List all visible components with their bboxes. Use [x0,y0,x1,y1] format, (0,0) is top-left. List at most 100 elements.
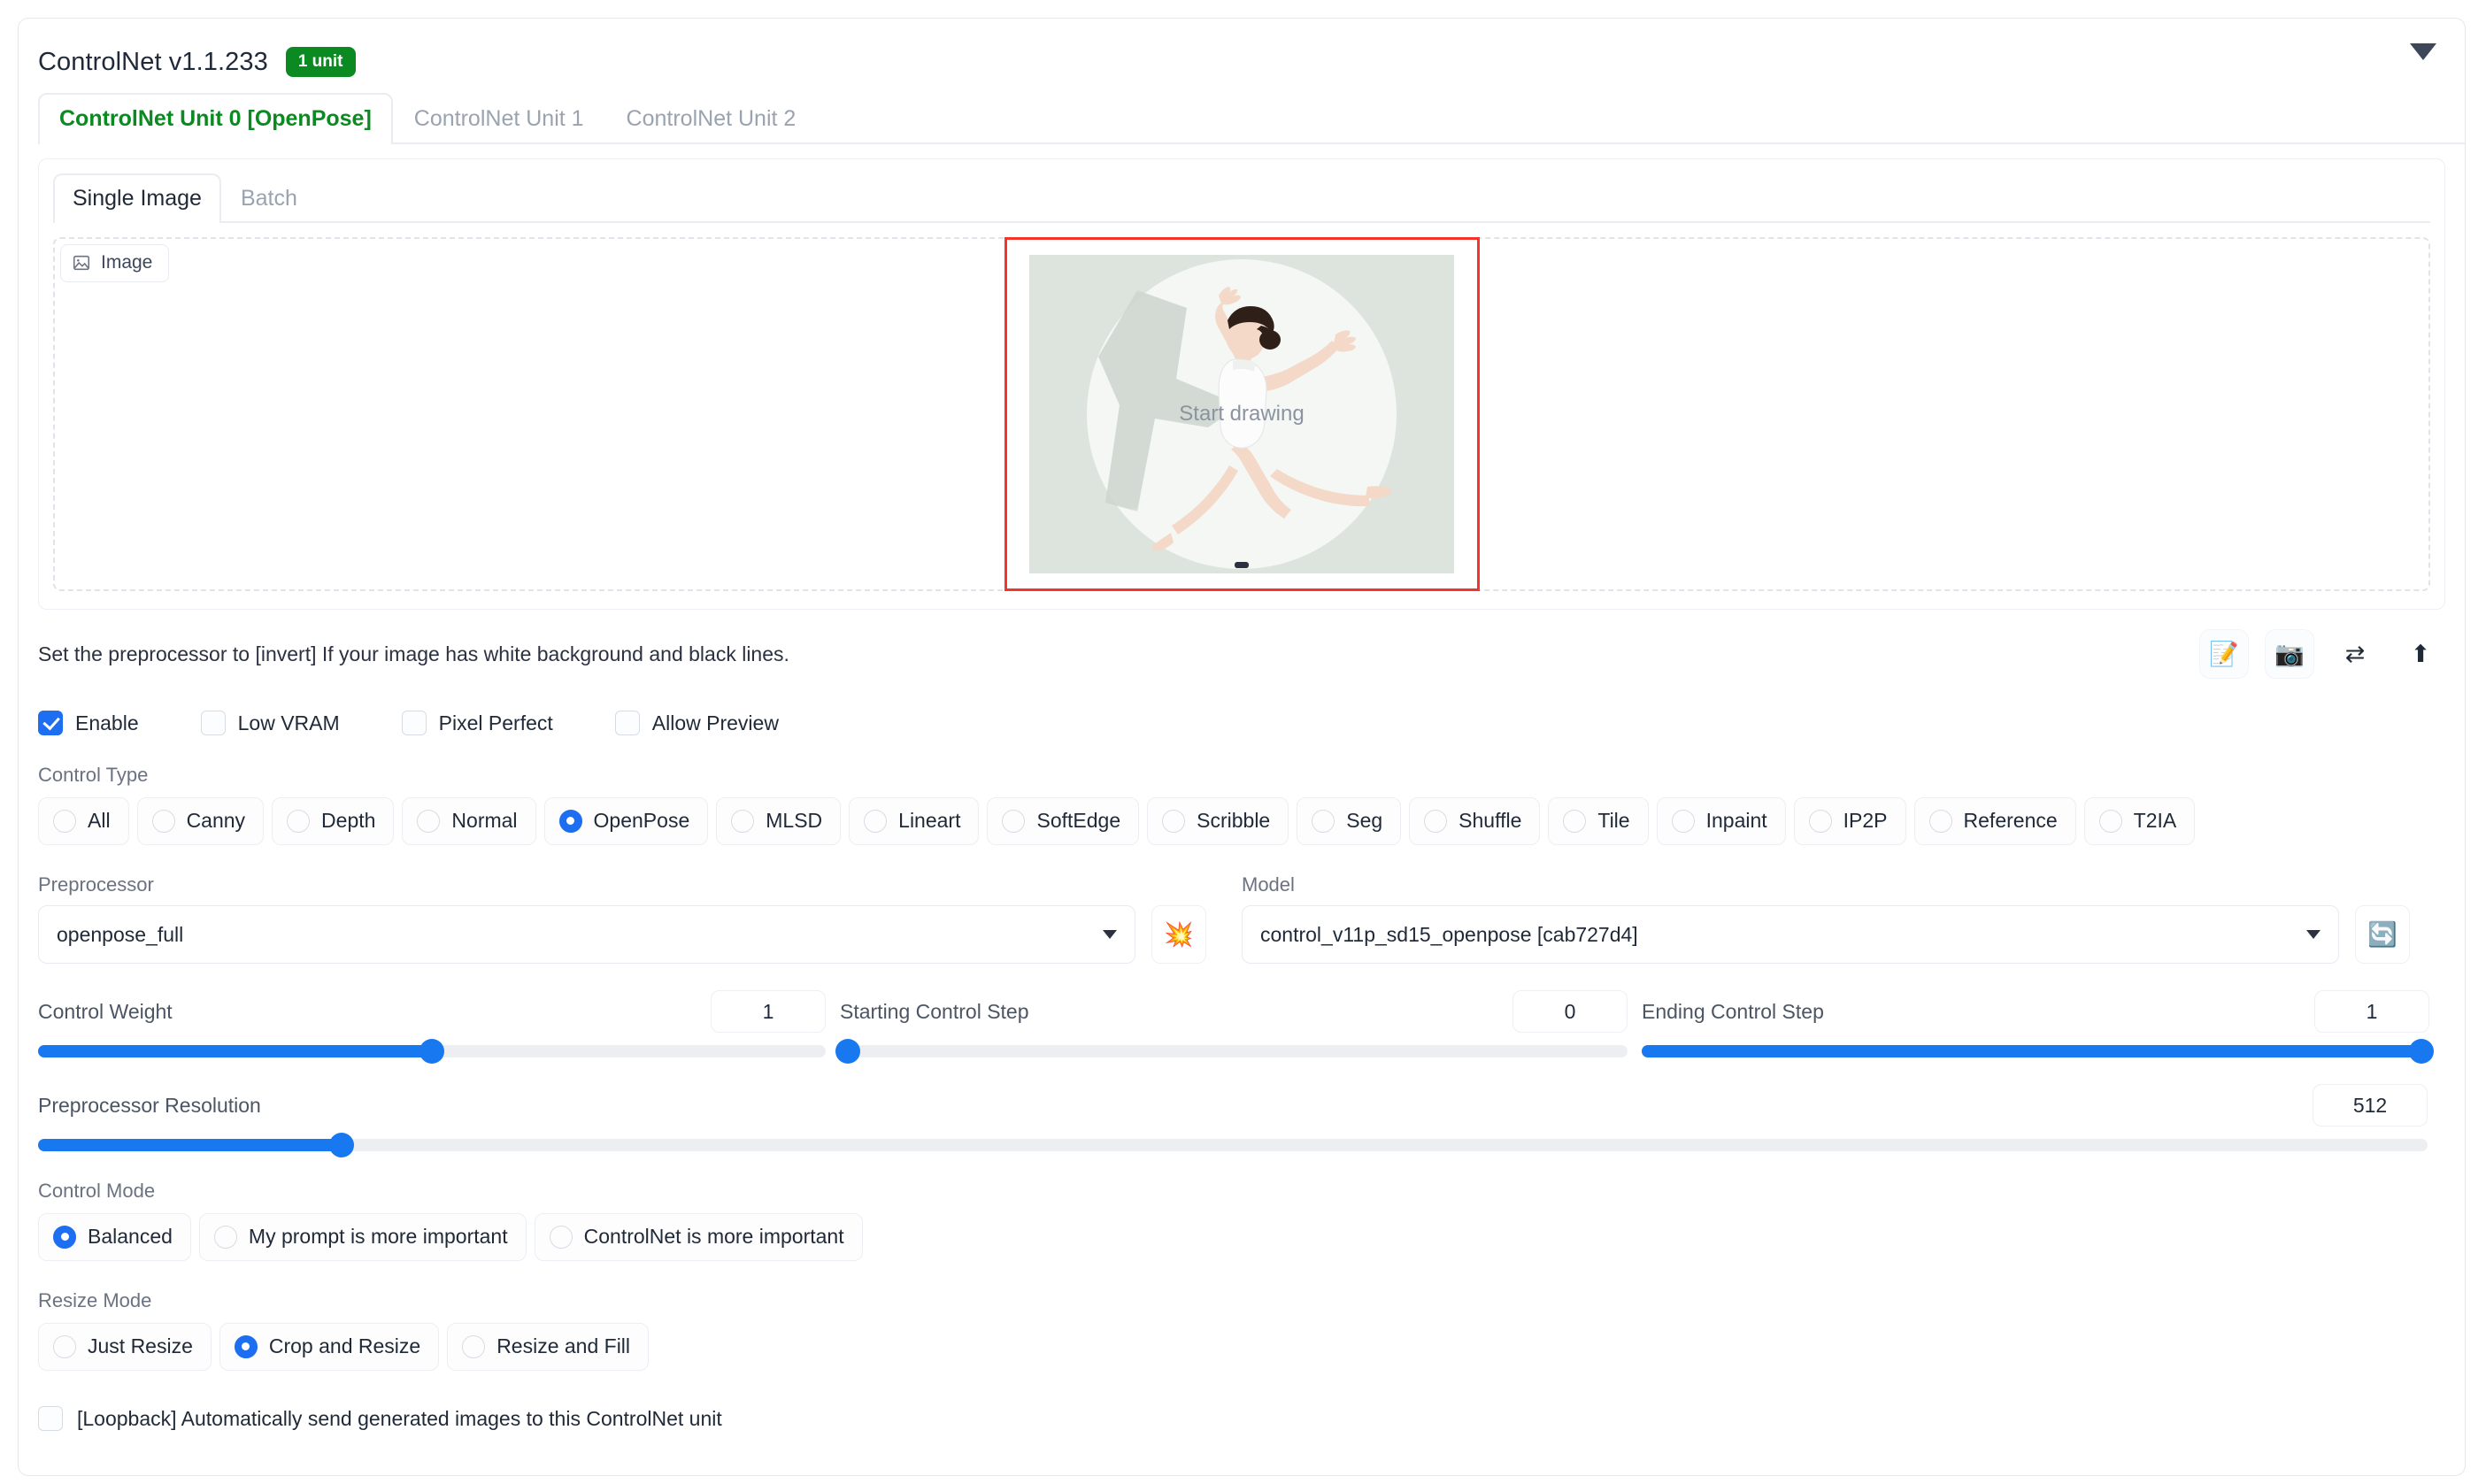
control-type-lineart-label: Lineart [898,809,961,832]
radio-seg [1312,809,1335,833]
unit-count-badge: 1 unit [285,47,356,77]
radio-just-resize [53,1334,76,1358]
control-type-tile[interactable]: Tile [1548,797,1649,845]
model-value: control_v11p_sd15_openpose [cab727d4] [1260,922,1638,946]
edit-memo-icon[interactable]: 📝 [2199,629,2249,679]
checkbox-enable[interactable]: Enable [38,711,139,735]
chevron-down-icon[interactable] [2410,43,2436,60]
control-type-label: Control Type [38,764,149,786]
control-type-depth-label: Depth [321,809,376,832]
upload-arrow-icon[interactable]: ⬆ [2396,629,2445,679]
preprocessor-select[interactable]: openpose_full [38,905,1135,964]
camera-icon[interactable]: 📷 [2265,629,2314,679]
checkbox-low-vram[interactable]: Low VRAM [200,711,340,735]
control-mode-controlnet-important[interactable]: ControlNet is more important [534,1213,863,1261]
canvas-handle[interactable] [1235,562,1249,568]
tab-single-image[interactable]: Single Image [53,173,221,223]
tab-controlnet-unit-2[interactable]: ControlNet Unit 2 [605,93,818,144]
check-icon-pixel-perfect [401,711,427,735]
preprocessor-resolution-value[interactable]: 512 [2313,1084,2428,1126]
checkbox-allow-preview[interactable]: Allow Preview [614,711,779,735]
starting-control-step-slider[interactable] [835,1039,1628,1064]
resize-mode-resize-and-fill[interactable]: Resize and Fill [447,1323,650,1371]
control-type-shuffle[interactable]: Shuffle [1409,797,1541,845]
hint-row: Set the preprocessor to [invert] If your… [38,629,2445,679]
ending-control-step-label: Ending Control Step [1642,999,1824,1023]
ending-control-step-slider[interactable] [1642,1039,2435,1064]
control-type-all[interactable]: All [38,797,129,845]
radio-tile [1563,809,1587,833]
refresh-icon[interactable]: 🔄 [2355,905,2410,964]
radio-crop-and-resize [234,1334,258,1358]
image-dropzone[interactable]: Image Start drawing [53,237,2430,591]
check-icon-loopback [38,1406,63,1431]
model-select[interactable]: control_v11p_sd15_openpose [cab727d4] [1242,905,2339,964]
control-type-inpaint[interactable]: Inpaint [1656,797,1786,845]
control-type-radio-group: All Canny Depth Normal OpenPose MLSD Lin… [38,797,2445,845]
radio-balanced [53,1225,76,1249]
control-type-seg[interactable]: Seg [1297,797,1402,845]
control-mode-controlnet-important-label: ControlNet is more important [583,1225,844,1248]
control-mode-balanced[interactable]: Balanced [38,1213,191,1261]
radio-depth [287,809,311,833]
tab-controlnet-unit-0[interactable]: ControlNet Unit 0 [OpenPose] [38,93,393,144]
resize-mode-just-resize[interactable]: Just Resize [38,1323,212,1371]
preprocessor-value: openpose_full [57,922,184,946]
preprocessor-resolution-slider[interactable] [38,1133,2428,1157]
radio-scribble [1162,809,1186,833]
control-type-t2ia[interactable]: T2IA [2083,797,2196,845]
control-type-canny-label: Canny [186,809,246,832]
preprocessor-model-row: Preprocessor openpose_full 💥 Model contr… [38,873,2445,964]
preprocessor-resolution-label: Preprocessor Resolution [38,1093,261,1117]
control-weight-slider[interactable] [38,1039,826,1064]
control-type-lineart[interactable]: Lineart [849,797,980,845]
source-tab-bar: Single Image Batch [53,172,2430,223]
unit-body: Single Image Batch Image Start drawing [38,158,2445,610]
control-type-normal-label: Normal [451,809,518,832]
unit-tab-bar: ControlNet Unit 0 [OpenPose] ControlNet … [38,91,2465,144]
radio-resize-and-fill [462,1334,486,1358]
resize-mode-label: Resize Mode [38,1289,152,1311]
image-chip: Image [60,244,170,282]
control-type-shuffle-label: Shuffle [1459,809,1522,832]
control-type-reference-label: Reference [1963,809,2058,832]
control-type-scribble[interactable]: Scribble [1147,797,1289,845]
control-type-softedge[interactable]: SoftEdge [987,797,1140,845]
control-type-depth[interactable]: Depth [272,797,395,845]
preprocessor-label: Preprocessor [38,873,154,896]
radio-softedge [1002,809,1026,833]
model-label: Model [1242,873,1295,896]
starting-control-step-value[interactable]: 0 [1512,990,1628,1033]
control-type-ip2p[interactable]: IP2P [1793,797,1906,845]
resize-mode-radio-group: Just Resize Crop and Resize Resize and F… [38,1323,2445,1371]
image-canvas[interactable]: Start drawing [1004,237,1480,591]
ending-control-step-value[interactable]: 1 [2314,990,2429,1033]
resize-mode-resize-and-fill-label: Resize and Fill [496,1334,631,1357]
checkbox-pixel-perfect[interactable]: Pixel Perfect [401,711,553,735]
radio-reference [1928,809,1952,833]
control-type-ip2p-label: IP2P [1843,809,1888,832]
tab-batch[interactable]: Batch [221,173,317,223]
control-type-scribble-label: Scribble [1197,809,1271,832]
control-type-openpose[interactable]: OpenPose [543,797,709,845]
checkbox-allow-preview-label: Allow Preview [651,711,779,734]
control-type-reference[interactable]: Reference [1913,797,2076,845]
control-type-canny[interactable]: Canny [136,797,265,845]
control-mode-label: Control Mode [38,1180,156,1202]
tab-controlnet-unit-1[interactable]: ControlNet Unit 1 [393,93,605,144]
control-weight-value[interactable]: 1 [711,990,826,1033]
checkbox-loopback[interactable]: [Loopback] Automatically send generated … [38,1406,2445,1431]
control-type-normal[interactable]: Normal [402,797,536,845]
resize-mode-just-resize-label: Just Resize [88,1334,193,1357]
radio-canny [151,809,175,833]
control-mode-prompt-important[interactable]: My prompt is more important [198,1213,527,1261]
control-type-inpaint-label: Inpaint [1705,809,1767,832]
checkbox-low-vram-label: Low VRAM [237,711,340,734]
control-type-mlsd[interactable]: MLSD [716,797,842,845]
resize-mode-crop-and-resize[interactable]: Crop and Resize [219,1323,440,1371]
swap-arrows-icon[interactable]: ⇄ [2330,629,2380,679]
radio-normal [417,809,441,833]
radio-mlsd [731,809,755,833]
explosion-icon[interactable]: 💥 [1151,905,1206,964]
image-action-buttons: 📝 📷 ⇄ ⬆ [2199,629,2445,679]
